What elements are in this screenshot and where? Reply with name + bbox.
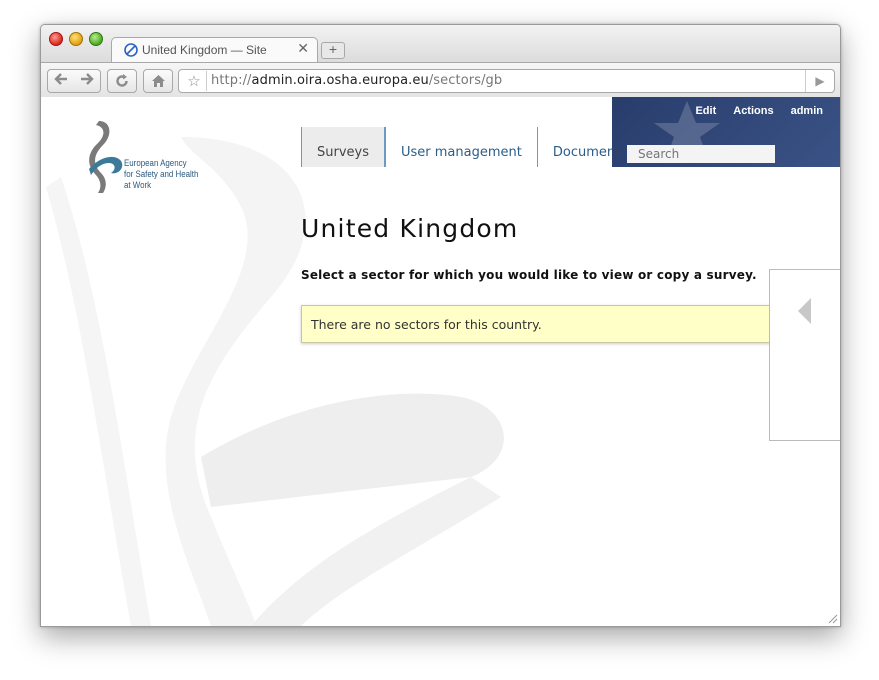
tab-title: United Kingdom — Site (142, 43, 267, 57)
search-input[interactable] (627, 145, 775, 163)
browser-toolbar: ☆ http://admin.oira.osha.europa.eu/secto… (41, 62, 840, 99)
home-icon (151, 75, 165, 87)
star-icon[interactable]: ☆ (182, 71, 207, 91)
header-links: Edit Actions admin (695, 105, 823, 117)
minimize-window-button[interactable] (69, 32, 83, 46)
edit-link[interactable]: Edit (695, 105, 716, 117)
reload-icon (116, 74, 128, 87)
header-panel: Edit Actions admin (612, 97, 840, 167)
nav-tab-user-management[interactable]: User management (385, 127, 537, 167)
admin-link[interactable]: admin (791, 105, 823, 117)
triangle-left-icon[interactable] (798, 298, 811, 324)
main-navigation: Surveys User management Documents (301, 127, 642, 167)
actions-link[interactable]: Actions (733, 105, 773, 117)
page-title: United Kingdom (301, 214, 519, 243)
forward-arrow-icon[interactable] (74, 73, 100, 89)
reload-button[interactable] (107, 69, 137, 93)
close-window-button[interactable] (49, 32, 63, 46)
side-panel-toggle[interactable] (769, 269, 840, 441)
back-forward-group (47, 69, 101, 93)
site-favicon-icon (124, 43, 138, 57)
browser-window: United Kingdom — Site ✕ + ☆ http://admin… (40, 24, 841, 627)
url-text[interactable]: http://admin.oira.osha.europa.eu/sectors… (211, 73, 502, 88)
intro-text: Select a sector for which you would like… (301, 268, 757, 282)
zoom-window-button[interactable] (89, 32, 103, 46)
resize-grip-icon[interactable] (828, 614, 838, 624)
nav-tab-surveys[interactable]: Surveys (301, 127, 385, 167)
agency-name: European Agency for Safety and Health at… (124, 158, 199, 190)
tab-strip: United Kingdom — Site ✕ + (41, 25, 840, 64)
agency-logo[interactable]: European Agency for Safety and Health at… (81, 117, 198, 201)
close-tab-icon[interactable]: ✕ (297, 41, 309, 57)
empty-notice: There are no sectors for this country. (301, 305, 781, 343)
home-button[interactable] (143, 69, 173, 93)
browser-tab[interactable]: United Kingdom — Site ✕ (111, 37, 318, 64)
web-page: European Agency for Safety and Health at… (41, 97, 840, 626)
back-arrow-icon[interactable] (48, 73, 74, 89)
new-tab-button[interactable]: + (321, 42, 345, 59)
address-bar[interactable]: ☆ http://admin.oira.osha.europa.eu/secto… (178, 69, 835, 93)
play-icon[interactable]: ▶ (805, 70, 834, 92)
